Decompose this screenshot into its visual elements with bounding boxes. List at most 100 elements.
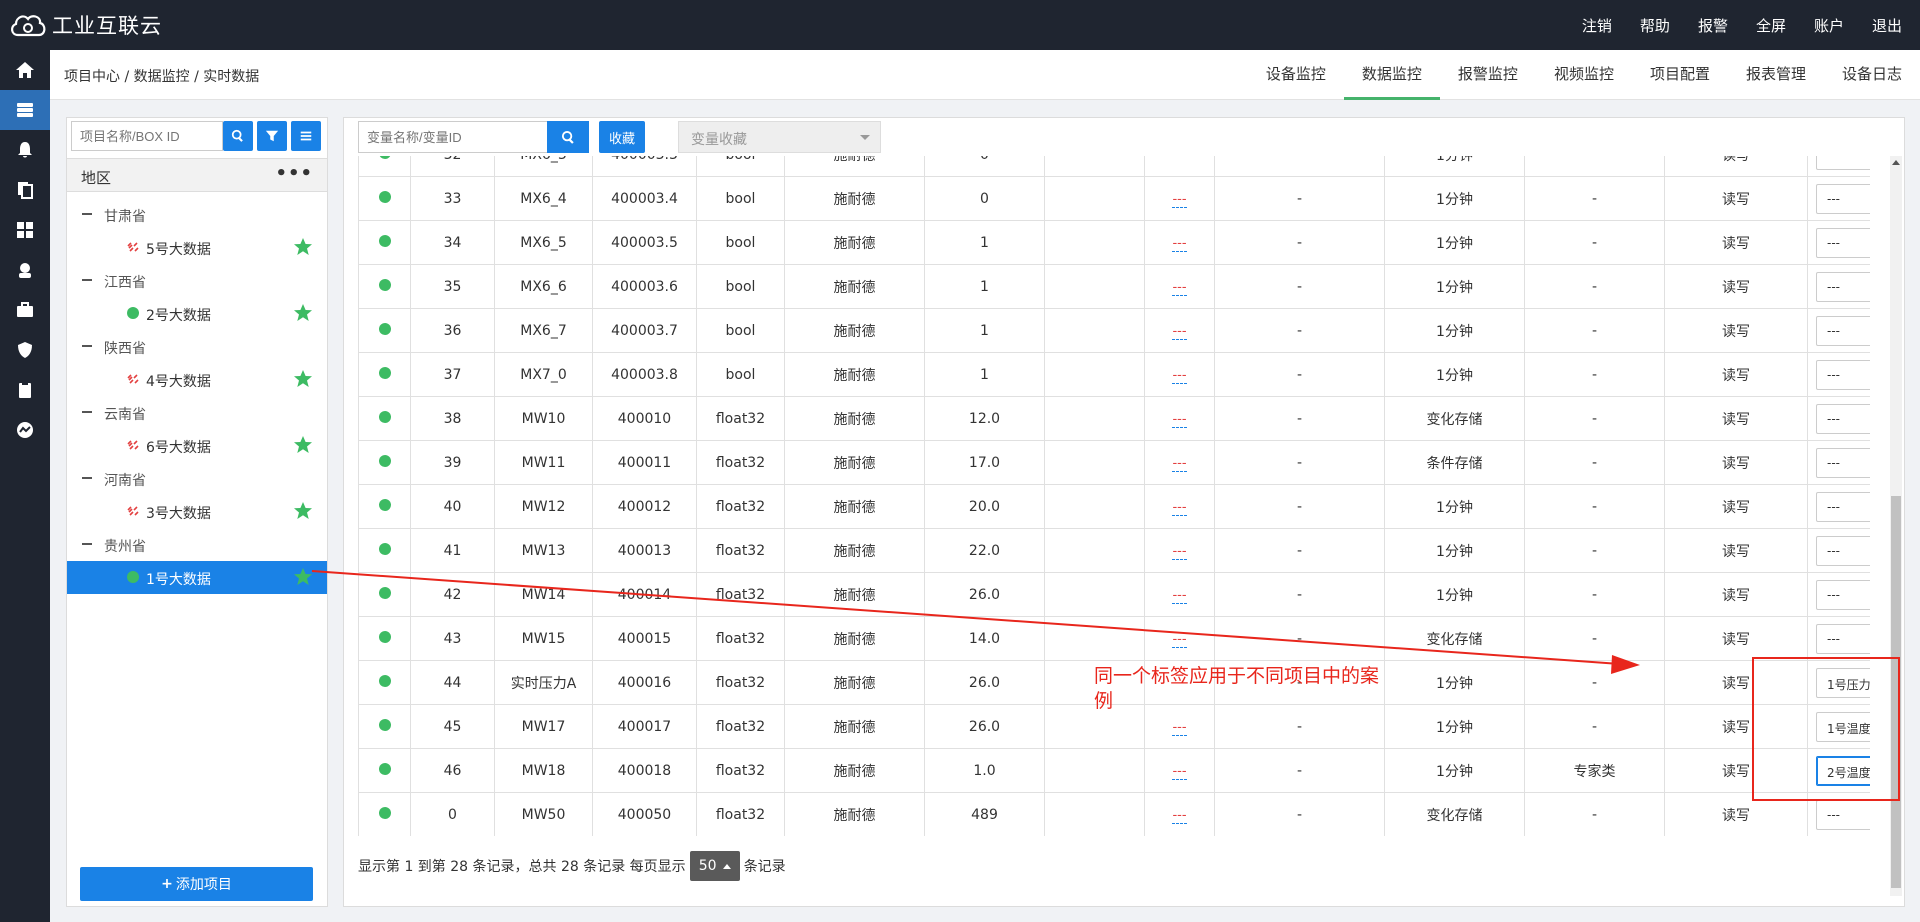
- project-node[interactable]: 2号大数据: [67, 297, 327, 330]
- tab-report-manage[interactable]: 报表管理: [1728, 50, 1824, 100]
- more-options-icon[interactable]: •••: [275, 163, 313, 184]
- chart-circle-icon[interactable]: [0, 410, 50, 450]
- app-logo[interactable]: 工业互联云: [0, 9, 162, 41]
- tab-device-log[interactable]: 设备日志: [1824, 50, 1920, 100]
- table-row[interactable]: 36 MX6_7 400003.7 bool 施耐德 1 --- -1分钟 - 读写 ---: [358, 308, 1870, 353]
- table-row[interactable]: 34 MX6_5 400003.5 bool 施耐德 1 --- -1分钟 - 读写 ---: [358, 220, 1870, 265]
- project-node[interactable]: 6号大数据: [67, 429, 327, 462]
- collection-select[interactable]: 变量收藏: [678, 121, 881, 153]
- province-node[interactable]: 甘肃省: [67, 198, 327, 231]
- tag-select[interactable]: ---: [1816, 535, 1870, 566]
- table-row[interactable]: 37 MX7_0 400003.8 bool 施耐德 1 --- -1分钟 - 读写 ---: [358, 352, 1870, 397]
- province-node[interactable]: 江西省: [67, 264, 327, 297]
- editable-value[interactable]: ---: [1172, 279, 1187, 296]
- tag-select[interactable]: ---: [1816, 403, 1870, 434]
- project-search-input[interactable]: [71, 121, 223, 151]
- editable-value[interactable]: ---: [1172, 543, 1187, 560]
- alarm-link[interactable]: 报警: [1698, 15, 1728, 36]
- editable-value[interactable]: ---: [1172, 235, 1187, 252]
- dashboard-icon[interactable]: [0, 210, 50, 250]
- tag-select[interactable]: ---: [1816, 271, 1870, 302]
- table-row[interactable]: 35 MX6_6 400003.6 bool 施耐德 1 --- -1分钟 - 读写 ---: [358, 264, 1870, 309]
- province-node[interactable]: 云南省: [67, 396, 327, 429]
- editable-value[interactable]: ---: [1172, 807, 1187, 824]
- province-node[interactable]: 陕西省: [67, 330, 327, 363]
- province-node[interactable]: 贵州省: [67, 528, 327, 561]
- tag-select[interactable]: ---: [1816, 359, 1870, 390]
- table-row[interactable]: 46 MW18 400018 float32 施耐德 1.0 --- -1分钟 专家类 读写 2号温…: [358, 748, 1870, 793]
- tag-select[interactable]: ---: [1816, 623, 1870, 654]
- tab-data-monitor[interactable]: 数据监控: [1343, 50, 1440, 100]
- table-row[interactable]: 42 MW14 400014 float32 施耐德 26.0 --- -1分钟 - 读写 ---: [358, 572, 1870, 617]
- table-row[interactable]: 38 MW10 400010 float32 施耐德 12.0 --- - 变化存储 - 读写 ---: [358, 396, 1870, 441]
- tag-select[interactable]: ---: [1816, 491, 1870, 522]
- home-icon[interactable]: [0, 50, 50, 90]
- tag-select[interactable]: ---: [1816, 227, 1870, 258]
- bell-icon[interactable]: [0, 130, 50, 170]
- star-icon[interactable]: [293, 369, 313, 389]
- collapse-icon[interactable]: [82, 411, 92, 413]
- table-row[interactable]: 40 MW12 400012 float32 施耐德 20.0 --- -1分钟 - 读写 ---: [358, 484, 1870, 529]
- editable-value[interactable]: ---: [1172, 763, 1187, 780]
- tab-project-config[interactable]: 项目配置: [1632, 50, 1728, 100]
- scroll-up-icon[interactable]: [1892, 160, 1900, 165]
- help-link[interactable]: 帮助: [1640, 15, 1670, 36]
- editable-value[interactable]: ---: [1172, 191, 1187, 208]
- editable-value[interactable]: ---: [1172, 719, 1187, 736]
- robot-icon[interactable]: [0, 250, 50, 290]
- star-icon[interactable]: [293, 501, 313, 521]
- clipboard-icon[interactable]: [0, 370, 50, 410]
- editable-value[interactable]: ---: [1172, 323, 1187, 340]
- table-row[interactable]: 33 MX6_4 400003.4 bool 施耐德 0 --- -1分钟 - 读写 ---: [358, 176, 1870, 221]
- collapse-icon[interactable]: [82, 213, 92, 215]
- table-row[interactable]: 32 MX6_3 400003.3 bool 施耐德 0 1分钟 读写 ---: [358, 156, 1870, 177]
- tag-select[interactable]: ---: [1816, 579, 1870, 610]
- collapse-icon[interactable]: [82, 279, 92, 281]
- editable-value[interactable]: ---: [1172, 587, 1187, 604]
- tab-device-monitor[interactable]: 设备监控: [1248, 50, 1344, 100]
- collapse-icon[interactable]: [82, 477, 92, 479]
- project-node[interactable]: 4号大数据: [67, 363, 327, 396]
- collect-button[interactable]: 收藏: [599, 121, 645, 153]
- editable-value[interactable]: ---: [1172, 411, 1187, 428]
- editable-value[interactable]: ---: [1172, 367, 1187, 384]
- project-node[interactable]: 5号大数据: [67, 231, 327, 264]
- editable-value[interactable]: ---: [1172, 631, 1187, 648]
- province-node[interactable]: 河南省: [67, 462, 327, 495]
- add-project-button[interactable]: + 添加项目: [80, 867, 313, 901]
- account-link[interactable]: 账户: [1814, 15, 1844, 36]
- tag-select[interactable]: ---: [1816, 315, 1870, 346]
- editable-value[interactable]: ---: [1172, 455, 1187, 472]
- tag-select[interactable]: ---: [1816, 183, 1870, 214]
- copy-icon[interactable]: [0, 170, 50, 210]
- table-row[interactable]: 43 MW15 400015 float32 施耐德 14.0 --- - 变化存储 - 读写 ---: [358, 616, 1870, 661]
- star-icon[interactable]: [293, 303, 313, 323]
- project-node-selected[interactable]: 1号大数据: [67, 561, 327, 594]
- table-row[interactable]: 41 MW13 400013 float32 施耐德 22.0 --- -1分钟 - 读写 ---: [358, 528, 1870, 573]
- logout-link[interactable]: 注销: [1582, 15, 1612, 36]
- filter-button[interactable]: [257, 121, 287, 151]
- tag-select[interactable]: ---: [1816, 447, 1870, 478]
- table-row[interactable]: 39 MW11 400011 float32 施耐德 17.0 --- - 条件存储 - 读写 ---: [358, 440, 1870, 485]
- star-icon[interactable]: [293, 237, 313, 257]
- project-node[interactable]: 3号大数据: [67, 495, 327, 528]
- star-icon[interactable]: [293, 567, 313, 587]
- table-row[interactable]: 0 MW50 400050 float32 施耐德 489 --- - 变化存储 - 读写 ---: [358, 792, 1870, 836]
- briefcase-icon[interactable]: [0, 290, 50, 330]
- page-size-select[interactable]: 50: [689, 851, 740, 881]
- collapse-icon[interactable]: [82, 543, 92, 545]
- shield-icon[interactable]: [0, 330, 50, 370]
- star-icon[interactable]: [293, 435, 313, 455]
- tag-select[interactable]: ---: [1816, 156, 1870, 170]
- fullscreen-link[interactable]: 全屏: [1756, 15, 1786, 36]
- editable-value[interactable]: ---: [1172, 499, 1187, 516]
- tab-video-monitor[interactable]: 视频监控: [1536, 50, 1632, 100]
- list-menu-button[interactable]: [291, 121, 321, 151]
- variable-search-button[interactable]: [547, 121, 589, 153]
- tab-alarm-monitor[interactable]: 报警监控: [1440, 50, 1536, 100]
- collapse-icon[interactable]: [82, 345, 92, 347]
- variable-search-input[interactable]: [358, 121, 548, 153]
- search-button[interactable]: [223, 121, 253, 151]
- tag-select[interactable]: ---: [1816, 799, 1870, 830]
- exit-link[interactable]: 退出: [1872, 15, 1902, 36]
